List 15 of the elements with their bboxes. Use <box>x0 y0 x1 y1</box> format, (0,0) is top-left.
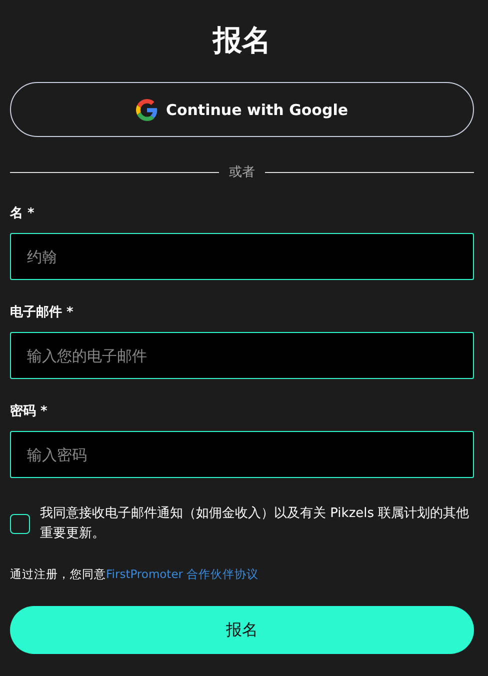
field-label: 电子邮件 * <box>10 304 74 322</box>
google-icon <box>136 98 158 120</box>
field-label: 名 * <box>10 205 36 223</box>
divider-label: 或者 <box>229 164 255 181</box>
google-signin-button[interactable]: Continue with Google <box>10 82 474 137</box>
submit-button[interactable]: 报名 <box>10 606 474 654</box>
input-field[interactable]: 约翰 <box>10 233 474 280</box>
input-field[interactable]: 输入您的电子邮件 <box>10 332 474 379</box>
field-label: 密码 * <box>10 403 48 421</box>
consent-label: 我同意接收电子邮件通知（如佣金收入）以及有关 Pikzels 联属计划的其他重要更新。 <box>40 505 470 543</box>
page-title: 报名 <box>213 22 271 59</box>
consent-checkbox[interactable] <box>10 514 30 534</box>
agreement-text: 通过注册，您同意FirstPromoter 合作伙伴协议 <box>10 566 260 582</box>
input-field[interactable]: 输入密码 <box>10 431 474 478</box>
agreement-link[interactable]: FirstPromoter 合作伙伴协议 <box>106 567 259 581</box>
